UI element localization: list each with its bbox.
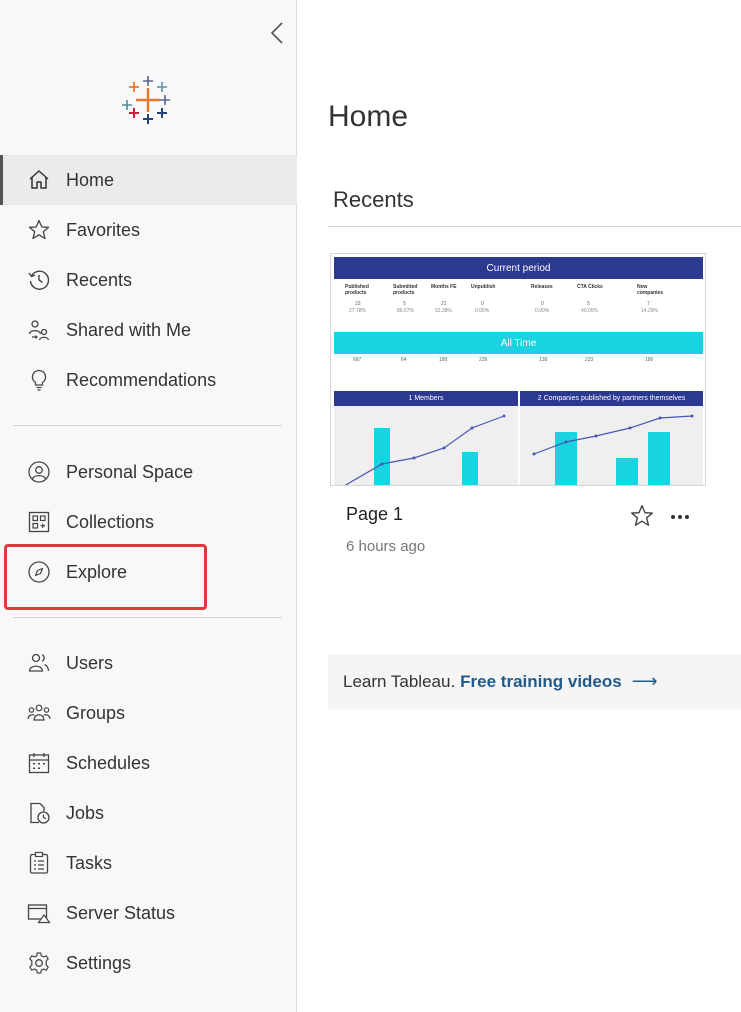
user-circle-icon bbox=[26, 459, 52, 485]
thumb-kpi-percent: 27.78% bbox=[349, 308, 366, 314]
sidebar-item-label: Home bbox=[66, 169, 115, 190]
free-training-videos-link[interactable]: Free training videos bbox=[460, 672, 622, 692]
star-icon bbox=[26, 217, 52, 243]
chevron-left-icon bbox=[270, 22, 283, 44]
thumb-kpi-percent: 14.29% bbox=[641, 308, 658, 314]
thumb-alltime-value: 64 bbox=[401, 357, 407, 363]
thumb-alltime-value: 138 bbox=[539, 357, 548, 363]
sidebar-item-favorites[interactable]: Favorites bbox=[0, 205, 297, 255]
jobs-clock-icon bbox=[26, 800, 52, 826]
arrow-right-icon[interactable]: ⟶ bbox=[632, 671, 658, 692]
tableau-logo[interactable] bbox=[120, 72, 176, 128]
card-title[interactable]: Page 1 bbox=[346, 504, 403, 525]
groups-icon bbox=[26, 700, 52, 726]
star-icon bbox=[631, 505, 653, 526]
lightbulb-icon bbox=[26, 367, 52, 393]
thumb-kpi-label: Months FE bbox=[431, 284, 457, 290]
sidebar-item-collections[interactable]: Collections bbox=[0, 497, 297, 547]
sidebar-item-home[interactable]: Home bbox=[0, 155, 297, 205]
sidebar-item-groups[interactable]: Groups bbox=[0, 688, 297, 738]
thumb-alltime-value: 687 bbox=[353, 357, 362, 363]
learn-tableau-banner: Learn Tableau. Free training videos ⟶ bbox=[328, 654, 741, 709]
thumb-kpi-value: 33 bbox=[355, 301, 361, 307]
page-title: Home bbox=[328, 100, 409, 133]
server-status-icon bbox=[26, 900, 52, 926]
sidebar-item-users[interactable]: Users bbox=[0, 638, 297, 688]
card-timestamp: 6 hours ago bbox=[346, 538, 426, 555]
sidebar-item-label: Settings bbox=[66, 952, 132, 973]
thumb-kpi-label: CTA Clicks bbox=[577, 284, 603, 290]
sidebar-item-shared-with-me[interactable]: Shared with Me bbox=[0, 305, 297, 355]
sidebar: Home Favorites Recents Shared with Me Re… bbox=[0, 0, 297, 1012]
sidebar-divider bbox=[13, 425, 282, 426]
sidebar-item-label: Tasks bbox=[66, 852, 113, 873]
home-icon bbox=[26, 167, 52, 193]
thumb-kpi-percent: 86.67% bbox=[397, 308, 414, 314]
sidebar-item-label: Recommendations bbox=[66, 369, 217, 390]
sidebar-item-label: Recents bbox=[66, 269, 133, 290]
view-thumbnail[interactable]: Current period Published products 33 27.78… bbox=[330, 253, 706, 486]
thumb-kpi-label: Unpublish bbox=[471, 284, 496, 290]
thumb-kpi-value: 5 bbox=[587, 301, 590, 307]
thumb-kpi-percent: 52.38% bbox=[435, 308, 452, 314]
sidebar-item-label: Schedules bbox=[66, 752, 151, 773]
shared-users-icon bbox=[26, 317, 52, 343]
thumb-kpi-label: Published products bbox=[345, 284, 369, 296]
sidebar-item-label: Shared with Me bbox=[66, 319, 192, 340]
thumb-alltime-value: 186 bbox=[645, 357, 654, 363]
section-divider bbox=[328, 226, 741, 227]
sidebar-item-label: Groups bbox=[66, 702, 126, 723]
thumb-mini-charts bbox=[334, 406, 703, 485]
sidebar-divider bbox=[13, 617, 282, 618]
explore-highlight-annotation bbox=[4, 544, 207, 610]
sidebar-item-schedules[interactable]: Schedules bbox=[0, 738, 297, 788]
sidebar-item-label: Users bbox=[66, 652, 114, 673]
clipboard-icon bbox=[26, 850, 52, 876]
thumb-kpi-value: 0 bbox=[541, 301, 544, 307]
thumb-kpi-percent: 0.00% bbox=[535, 308, 550, 314]
sidebar-item-server-status[interactable]: Server Status bbox=[0, 888, 297, 938]
recents-heading: Recents bbox=[333, 187, 414, 212]
thumb-alltime-value: 239 bbox=[479, 357, 488, 363]
thumb-kpi-label: Submitted products bbox=[393, 284, 418, 296]
thumb-alltime-value: 233 bbox=[585, 357, 594, 363]
collapse-sidebar-button[interactable] bbox=[266, 20, 288, 46]
more-actions-button[interactable] bbox=[668, 505, 692, 525]
thumb-kpi-label: New companies bbox=[637, 284, 664, 296]
history-icon bbox=[26, 267, 52, 293]
sidebar-item-label: Favorites bbox=[66, 219, 141, 240]
thumb-banner-current: Current period bbox=[334, 257, 703, 279]
sidebar-item-label: Jobs bbox=[66, 802, 105, 823]
thumb-kpi-value: 5 bbox=[403, 301, 406, 307]
thumb-banner-all-time: All Time bbox=[334, 332, 703, 354]
thumb-alltime-value: 189 bbox=[439, 357, 448, 363]
thumb-kpi-value: 7 bbox=[647, 301, 650, 307]
thumb-panel-right-title: 2 Companies published by partners themse… bbox=[520, 391, 703, 406]
thumb-kpi-value: 0 bbox=[481, 301, 484, 307]
thumb-kpi-label: Releases bbox=[531, 284, 553, 290]
favorite-button[interactable] bbox=[629, 503, 655, 529]
users-icon bbox=[26, 650, 52, 676]
thumb-panel-left-title: 1 Members bbox=[334, 391, 518, 406]
calendar-icon bbox=[26, 750, 52, 776]
gear-icon bbox=[26, 950, 52, 976]
learn-prefix: Learn Tableau. bbox=[343, 671, 456, 691]
sidebar-item-personal-space[interactable]: Personal Space bbox=[0, 447, 297, 497]
more-horizontal-icon bbox=[671, 515, 689, 519]
sidebar-item-recents[interactable]: Recents bbox=[0, 255, 297, 305]
thumb-kpi-percent: 40.00% bbox=[581, 308, 598, 314]
sidebar-item-label: Personal Space bbox=[66, 461, 194, 482]
thumb-kpi-percent: 0.00% bbox=[475, 308, 490, 314]
sidebar-item-jobs[interactable]: Jobs bbox=[0, 788, 297, 838]
sidebar-item-label: Collections bbox=[66, 511, 155, 532]
sidebar-item-label: Server Status bbox=[66, 902, 176, 923]
thumb-kpi-value: 21 bbox=[441, 301, 447, 307]
sidebar-item-tasks[interactable]: Tasks bbox=[0, 838, 297, 888]
collections-icon bbox=[26, 509, 52, 535]
sidebar-item-settings[interactable]: Settings bbox=[0, 938, 297, 988]
sidebar-item-recommendations[interactable]: Recommendations bbox=[0, 355, 297, 405]
